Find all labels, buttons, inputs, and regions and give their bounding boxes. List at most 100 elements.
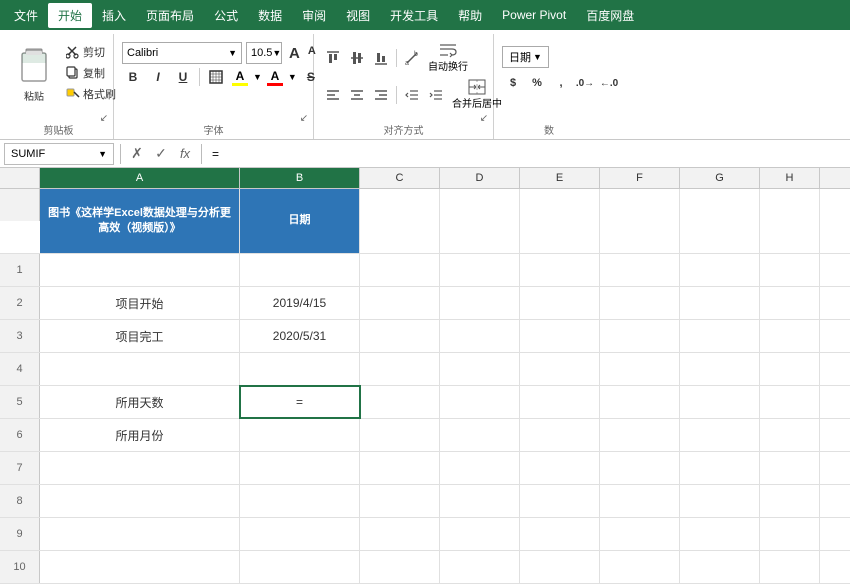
underline-button[interactable]: U — [172, 66, 194, 88]
cell-1-a[interactable] — [40, 254, 240, 286]
cell-1-f[interactable] — [600, 254, 680, 286]
cell-4-e[interactable] — [520, 353, 600, 385]
cell-1-b[interactable] — [240, 254, 360, 286]
header-cell-f[interactable] — [600, 189, 680, 253]
col-header-g[interactable]: G — [680, 168, 760, 188]
col-header-b[interactable]: B — [240, 168, 360, 188]
cell-10-a[interactable] — [40, 551, 240, 583]
number-format-dropdown[interactable]: 日期 ▼ — [502, 46, 549, 68]
cell-7-a[interactable] — [40, 452, 240, 484]
cell-4-d[interactable] — [440, 353, 520, 385]
cell-3-e[interactable] — [520, 320, 600, 352]
cell-9-f[interactable] — [600, 518, 680, 550]
formula-cancel-button[interactable]: ✗ — [127, 144, 147, 164]
cut-button[interactable]: 剪切 — [62, 42, 120, 62]
cell-3-b[interactable]: 2020/5/31 — [240, 320, 360, 352]
cell-4-a[interactable] — [40, 353, 240, 385]
name-box[interactable]: SUMIF ▼ — [4, 143, 114, 165]
cell-6-g[interactable] — [680, 419, 760, 451]
cell-8-h[interactable] — [760, 485, 820, 517]
formula-input[interactable] — [208, 143, 846, 165]
col-header-f[interactable]: F — [600, 168, 680, 188]
fill-color-button[interactable]: A — [230, 68, 250, 87]
cell-4-b[interactable] — [240, 353, 360, 385]
cell-8-g[interactable] — [680, 485, 760, 517]
cell-9-c[interactable] — [360, 518, 440, 550]
cell-7-b[interactable] — [240, 452, 360, 484]
orientation-button[interactable]: ab — [401, 47, 423, 69]
cell-6-d[interactable] — [440, 419, 520, 451]
menu-review[interactable]: 审阅 — [292, 3, 336, 28]
cell-4-h[interactable] — [760, 353, 820, 385]
alignment-dialog-launcher[interactable]: ↙ — [477, 111, 491, 125]
cell-9-h[interactable] — [760, 518, 820, 550]
header-cell-d[interactable] — [440, 189, 520, 253]
menu-devtools[interactable]: 开发工具 — [380, 3, 448, 28]
fill-color-dropdown[interactable]: ▼ — [253, 72, 262, 82]
cell-5-f[interactable] — [600, 386, 680, 418]
wrap-text-button[interactable]: 自动换行 — [425, 42, 471, 73]
cell-10-e[interactable] — [520, 551, 600, 583]
increase-indent-button[interactable] — [425, 84, 447, 106]
col-header-d[interactable]: D — [440, 168, 520, 188]
cell-5-b[interactable]: = — [240, 386, 360, 418]
cell-9-a[interactable] — [40, 518, 240, 550]
header-cell-a[interactable]: 图书《这样学Excel数据处理与分析更高效（视频版）》 — [40, 189, 240, 253]
font-dialog-launcher[interactable]: ↙ — [297, 111, 311, 125]
menu-powerpivot[interactable]: Power Pivot — [492, 4, 576, 26]
align-middle-button[interactable] — [346, 47, 368, 69]
text-align-center-button[interactable] — [346, 84, 368, 106]
cell-2-f[interactable] — [600, 287, 680, 319]
align-bottom-button[interactable] — [370, 47, 392, 69]
font-color-button[interactable]: A — [265, 68, 285, 87]
format-painter-button[interactable]: 格式刷 — [62, 84, 120, 104]
cell-4-g[interactable] — [680, 353, 760, 385]
cell-10-b[interactable] — [240, 551, 360, 583]
cell-3-a[interactable]: 项目完工 — [40, 320, 240, 352]
cell-6-a[interactable]: 所用月份 — [40, 419, 240, 451]
cell-6-e[interactable] — [520, 419, 600, 451]
cell-10-g[interactable] — [680, 551, 760, 583]
copy-button[interactable]: 复制 — [62, 63, 120, 83]
cell-2-a[interactable]: 项目开始 — [40, 287, 240, 319]
col-header-h[interactable]: H — [760, 168, 820, 188]
align-top-button[interactable] — [322, 47, 344, 69]
menu-home[interactable]: 开始 — [48, 3, 92, 28]
menu-baiduyun[interactable]: 百度网盘 — [576, 3, 644, 28]
font-color-dropdown[interactable]: ▼ — [288, 72, 297, 82]
menu-formula[interactable]: 公式 — [204, 3, 248, 28]
col-header-e[interactable]: E — [520, 168, 600, 188]
currency-button[interactable]: $ — [502, 72, 524, 94]
text-align-right-button[interactable] — [370, 84, 392, 106]
percent-button[interactable]: % — [526, 72, 548, 94]
cell-10-c[interactable] — [360, 551, 440, 583]
font-name-box[interactable]: Calibri ▼ — [122, 42, 242, 64]
formula-fx-button[interactable]: fx — [175, 144, 195, 164]
cell-7-h[interactable] — [760, 452, 820, 484]
italic-button[interactable]: I — [147, 66, 169, 88]
cell-2-b[interactable]: 2019/4/15 — [240, 287, 360, 319]
cell-5-c[interactable] — [360, 386, 440, 418]
cell-4-c[interactable] — [360, 353, 440, 385]
cell-3-c[interactable] — [360, 320, 440, 352]
cell-9-e[interactable] — [520, 518, 600, 550]
increase-decimal-button[interactable]: .0→ — [574, 72, 596, 94]
comma-button[interactable]: , — [550, 72, 572, 94]
cell-3-h[interactable] — [760, 320, 820, 352]
menu-data[interactable]: 数据 — [248, 3, 292, 28]
cell-7-d[interactable] — [440, 452, 520, 484]
header-cell-g[interactable] — [680, 189, 760, 253]
formula-confirm-button[interactable]: ✓ — [151, 144, 171, 164]
cell-10-d[interactable] — [440, 551, 520, 583]
cell-2-e[interactable] — [520, 287, 600, 319]
cell-10-h[interactable] — [760, 551, 820, 583]
menu-file[interactable]: 文件 — [4, 3, 48, 28]
col-header-c[interactable]: C — [360, 168, 440, 188]
decrease-indent-button[interactable] — [401, 84, 423, 106]
decrease-decimal-button[interactable]: ←.0 — [598, 72, 620, 94]
cell-7-g[interactable] — [680, 452, 760, 484]
font-increase-button[interactable]: A — [286, 44, 303, 63]
cell-1-d[interactable] — [440, 254, 520, 286]
cell-6-b[interactable] — [240, 419, 360, 451]
cell-7-c[interactable] — [360, 452, 440, 484]
